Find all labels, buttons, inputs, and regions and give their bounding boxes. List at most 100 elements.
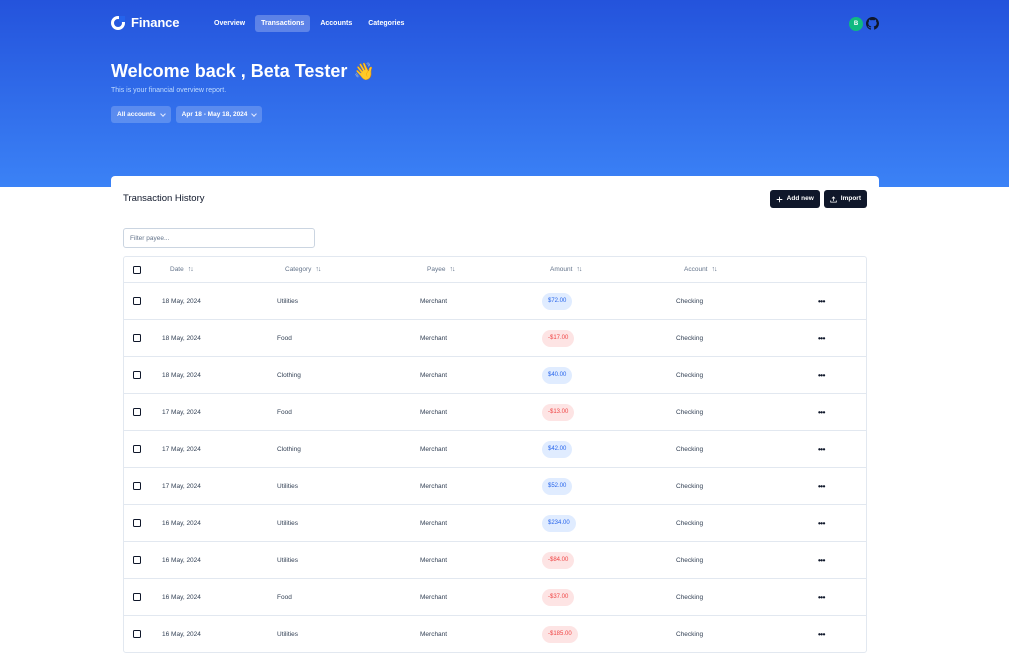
column-date[interactable]: Date ↑↓ xyxy=(170,257,194,282)
filter-payee-input[interactable] xyxy=(123,228,315,248)
main-nav: Overview Transactions Accounts Categorie… xyxy=(208,15,410,32)
row-select-cell xyxy=(133,357,141,393)
date-cell: 16 May, 2024 xyxy=(162,556,201,564)
nav-item-overview[interactable]: Overview xyxy=(208,15,251,32)
payee-cell: Merchant xyxy=(420,482,448,490)
table-row[interactable]: 18 May, 2024 Utilities Merchant $72.00 Check… xyxy=(124,282,866,319)
import-button[interactable]: Import xyxy=(823,190,867,208)
amount-cell: $52.00 xyxy=(542,468,573,504)
row-checkbox[interactable] xyxy=(133,371,141,379)
row-checkbox[interactable] xyxy=(133,593,141,601)
github-icon[interactable] xyxy=(866,17,879,30)
date-range-label: Apr 18 - May 18, 2024 xyxy=(181,111,248,118)
table-row[interactable]: 18 May, 2024 Clothing Merchant $40.00 Checki… xyxy=(124,356,866,393)
chevron-down-icon xyxy=(159,110,166,117)
category-cell: Clothing xyxy=(277,371,301,379)
row-actions-cell: ••• xyxy=(818,579,825,615)
column-account[interactable]: Account ↑↓ xyxy=(684,257,718,282)
add-new-button[interactable]: Add new xyxy=(769,190,820,208)
column-account-label: Account xyxy=(684,266,708,273)
table-row[interactable]: 18 May, 2024 Food Merchant -$17.00 Checking •… xyxy=(124,319,866,356)
more-horizontal-icon[interactable]: ••• xyxy=(818,297,825,306)
table-row[interactable]: 16 May, 2024 Utilities Merchant $234.00 Chec… xyxy=(124,504,866,541)
sort-arrows-icon: ↑↓ xyxy=(315,266,321,273)
table-row[interactable]: 17 May, 2024 Utilities Merchant $52.00 Check… xyxy=(124,467,866,504)
more-horizontal-icon[interactable]: ••• xyxy=(818,630,825,639)
payee-cell: Merchant xyxy=(420,371,448,379)
amount-badge: -$13.00 xyxy=(542,403,575,421)
row-actions-cell: ••• xyxy=(818,431,825,467)
upload-icon xyxy=(830,195,837,202)
row-select-cell xyxy=(133,616,141,652)
account-cell: Checking xyxy=(676,519,704,527)
waving-hand-icon: 👋 xyxy=(353,61,375,81)
more-horizontal-icon[interactable]: ••• xyxy=(818,556,825,565)
row-checkbox[interactable] xyxy=(133,519,141,527)
row-actions-cell: ••• xyxy=(818,320,825,356)
sort-arrows-icon: ↑↓ xyxy=(449,266,455,273)
more-horizontal-icon[interactable]: ••• xyxy=(818,445,825,454)
welcome-heading: Welcome back , Beta Tester 👋 xyxy=(111,61,375,82)
nav-item-transactions[interactable]: Transactions xyxy=(255,15,311,32)
amount-cell: -$17.00 xyxy=(542,320,575,356)
date-cell: 17 May, 2024 xyxy=(162,408,201,416)
row-checkbox[interactable] xyxy=(133,408,141,416)
more-horizontal-icon[interactable]: ••• xyxy=(818,408,825,417)
date-cell: 16 May, 2024 xyxy=(162,630,201,638)
select-all-cell xyxy=(133,257,141,282)
more-horizontal-icon[interactable]: ••• xyxy=(818,371,825,380)
brand[interactable]: Finance xyxy=(111,15,180,30)
page-subtitle: This is your financial overview report. xyxy=(111,87,227,94)
table-row[interactable]: 17 May, 2024 Clothing Merchant $42.00 Checki… xyxy=(124,430,866,467)
welcome-text: Welcome back , Beta Tester xyxy=(111,61,348,81)
amount-badge: $40.00 xyxy=(542,366,573,384)
row-checkbox[interactable] xyxy=(133,445,141,453)
amount-badge: $42.00 xyxy=(542,440,573,458)
select-all-checkbox[interactable] xyxy=(133,265,141,274)
column-amount[interactable]: Amount ↑↓ xyxy=(550,257,582,282)
account-filter-select[interactable]: All accounts xyxy=(111,106,171,123)
date-range-filter[interactable]: Apr 18 - May 18, 2024 xyxy=(175,106,263,123)
table-row[interactable]: 16 May, 2024 Utilities Merchant -$84.00 Chec… xyxy=(124,541,866,578)
finance-logo-icon xyxy=(111,15,125,30)
amount-cell: $234.00 xyxy=(542,505,576,541)
sort-arrows-icon: ↑↓ xyxy=(576,266,582,273)
brand-name: Finance xyxy=(131,15,180,30)
more-horizontal-icon[interactable]: ••• xyxy=(818,593,825,602)
nav-item-categories[interactable]: Categories xyxy=(362,15,410,32)
avatar[interactable]: B xyxy=(849,17,863,31)
more-horizontal-icon[interactable]: ••• xyxy=(818,482,825,491)
category-cell: Clothing xyxy=(277,445,301,453)
date-cell: 17 May, 2024 xyxy=(162,445,201,453)
sort-arrows-icon: ↑↓ xyxy=(187,266,194,273)
sort-arrows-icon: ↑↓ xyxy=(711,266,718,273)
transactions-table: Date ↑↓ Category ↑↓ Payee ↑↓ Amount ↑↓ A… xyxy=(123,256,867,653)
amount-cell: -$13.00 xyxy=(542,394,575,430)
table-row[interactable]: 16 May, 2024 Food Merchant -$37.00 Checking •… xyxy=(124,578,866,615)
category-cell: Utilities xyxy=(277,297,298,305)
amount-badge: -$37.00 xyxy=(542,588,575,606)
account-cell: Checking xyxy=(676,630,704,638)
transaction-history-card: Transaction History Add new Import Date … xyxy=(111,176,879,657)
row-checkbox[interactable] xyxy=(133,630,141,638)
nav-item-accounts[interactable]: Accounts xyxy=(314,15,358,32)
table-row[interactable]: 16 May, 2024 Utilities Merchant -$185.00 Che… xyxy=(124,615,866,652)
row-checkbox[interactable] xyxy=(133,334,141,342)
payee-cell: Merchant xyxy=(420,593,448,601)
table-row[interactable]: 17 May, 2024 Food Merchant -$13.00 Checking •… xyxy=(124,393,866,430)
table-header-row: Date ↑↓ Category ↑↓ Payee ↑↓ Amount ↑↓ A… xyxy=(124,257,866,282)
column-category[interactable]: Category ↑↓ xyxy=(285,257,321,282)
row-actions-cell: ••• xyxy=(818,505,825,541)
more-horizontal-icon[interactable]: ••• xyxy=(818,519,825,528)
more-horizontal-icon[interactable]: ••• xyxy=(818,334,825,343)
add-new-label: Add new xyxy=(786,195,814,202)
row-checkbox[interactable] xyxy=(133,556,141,564)
row-select-cell xyxy=(133,579,141,615)
account-cell: Checking xyxy=(676,334,704,342)
row-checkbox[interactable] xyxy=(133,482,141,490)
category-cell: Food xyxy=(277,334,292,342)
column-payee-label: Payee xyxy=(427,266,446,273)
category-cell: Utilities xyxy=(277,556,298,564)
column-payee[interactable]: Payee ↑↓ xyxy=(427,257,455,282)
row-checkbox[interactable] xyxy=(133,297,141,305)
